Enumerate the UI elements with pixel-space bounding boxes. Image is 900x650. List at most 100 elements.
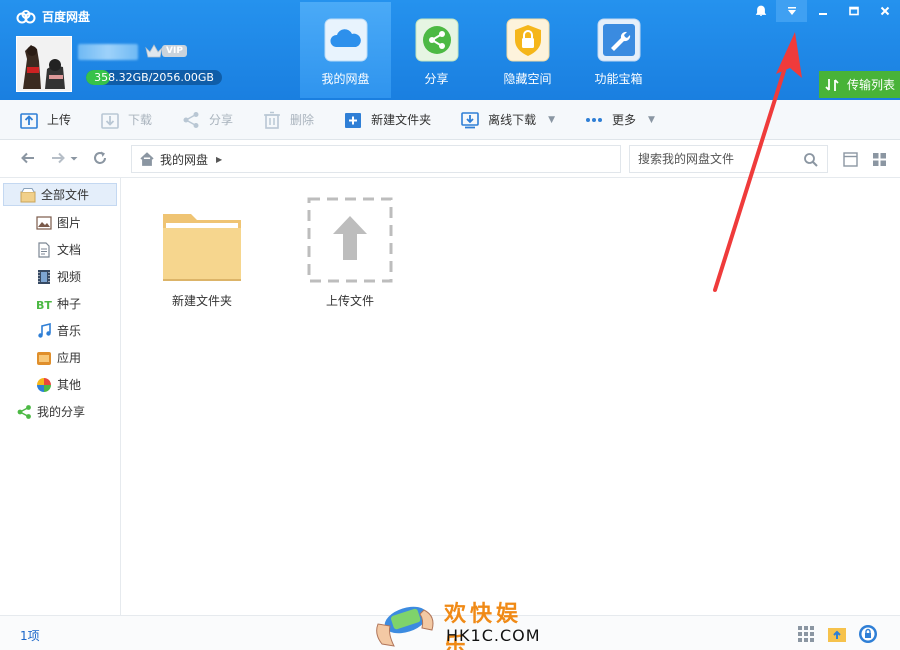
sidebar-item-images[interactable]: 图片 — [0, 209, 120, 236]
wrench-icon — [597, 18, 640, 62]
menu-dropdown-button[interactable] — [776, 0, 807, 22]
delete-button[interactable]: 删除 — [263, 111, 314, 129]
sidebar-item-label: 音乐 — [57, 324, 82, 338]
upload-button[interactable]: 上传 — [20, 111, 71, 129]
nav-arrows — [20, 150, 122, 166]
lock-status-icon[interactable] — [858, 624, 878, 644]
offline-download-icon — [461, 111, 479, 128]
video-icon — [38, 269, 50, 284]
sidebar-item-label: 种子 — [57, 297, 82, 311]
bt-icon: BT — [36, 299, 52, 312]
sidebar-item-apps[interactable]: 应用 — [0, 344, 120, 371]
tab-my-cloud[interactable]: 我的网盘 — [300, 2, 391, 98]
avatar-image — [17, 37, 71, 91]
file-item-folder[interactable]: 新建文件夹 — [152, 196, 252, 309]
other-icon — [37, 377, 51, 392]
more-label: 更多 — [612, 113, 637, 127]
transfer-list-button[interactable]: 传输列表 — [819, 71, 900, 98]
more-button[interactable]: 更多 ▼ — [585, 111, 655, 129]
home-icon[interactable] — [140, 152, 154, 166]
tab-share[interactable]: 分享 — [391, 2, 482, 98]
new-folder-button[interactable]: 新建文件夹 — [344, 111, 431, 129]
search-box — [629, 145, 828, 173]
tab-toolbox[interactable]: 功能宝箱 — [573, 2, 664, 98]
close-icon — [880, 6, 889, 16]
tab-hidden-space[interactable]: 隐藏空间 — [482, 2, 573, 98]
file-area: 新建文件夹 上传文件 — [122, 178, 900, 615]
download-button[interactable]: 下载 — [101, 111, 152, 129]
download-label: 下载 — [128, 113, 153, 127]
svg-text:BT: BT — [36, 299, 52, 312]
sidebar-item-all-files[interactable]: 全部文件 — [3, 183, 117, 206]
chevron-down-icon[interactable]: ▼ — [548, 115, 555, 125]
transfer-icon — [825, 78, 839, 91]
more-dots-icon — [586, 117, 603, 122]
tab-label: 功能宝箱 — [594, 72, 643, 86]
sidebar-item-documents[interactable]: 文档 — [0, 236, 120, 263]
minimize-icon — [818, 13, 827, 15]
upload-placeholder-icon — [307, 197, 393, 283]
sidebar-item-other[interactable]: 其他 — [0, 371, 120, 398]
sidebar-item-torrents[interactable]: BT 种子 — [0, 290, 120, 317]
baidu-cloud-logo-icon — [16, 9, 36, 23]
lock-icon — [506, 18, 549, 62]
close-button[interactable] — [869, 0, 900, 22]
breadcrumb[interactable]: 我的网盘 ▶ — [131, 145, 621, 173]
offline-download-button[interactable]: 离线下载 ▼ — [461, 111, 555, 129]
cloud-icon — [324, 18, 367, 62]
watermark-en: HK1C.COM — [446, 626, 541, 645]
image-icon — [36, 215, 52, 230]
notification-button[interactable] — [745, 0, 776, 22]
tab-label: 分享 — [424, 72, 449, 86]
sidebar-item-label: 视频 — [57, 270, 82, 284]
back-arrow-icon[interactable] — [20, 150, 36, 166]
app-header: 百度网盘 VIP 358.32GB/2056.00GB 我的网盘 分享 隐藏空间… — [0, 0, 900, 100]
sidebar-item-my-share[interactable]: 我的分享 — [0, 398, 120, 425]
sidebar-item-music[interactable]: 音乐 — [0, 317, 120, 344]
dropdown-icon — [787, 7, 796, 15]
view-toggle — [843, 152, 900, 167]
search-icon[interactable] — [803, 152, 818, 167]
toolbar: 上传 下载 分享 删除 新建文件夹 离线下载 ▼ 更多 ▼ — [0, 100, 900, 140]
delete-label: 删除 — [290, 113, 315, 127]
offline-download-label: 离线下载 — [488, 113, 537, 127]
file-item-upload[interactable]: 上传文件 — [300, 196, 400, 309]
crown-icon — [145, 44, 163, 58]
sidebar-item-label: 图片 — [57, 216, 82, 230]
grid-view-icon[interactable] — [872, 152, 887, 167]
breadcrumb-item[interactable]: 我的网盘 — [160, 151, 208, 168]
app-title: 百度网盘 — [42, 10, 91, 24]
gamepad-hand-icon — [376, 606, 434, 647]
username-blurred — [78, 44, 138, 60]
quota-text: 358.32GB/2056.00GB — [94, 71, 214, 84]
share-label: 分享 — [209, 113, 234, 127]
download-icon — [101, 112, 119, 129]
sidebar-item-label: 文档 — [57, 243, 82, 257]
vip-badge[interactable]: VIP — [144, 42, 187, 60]
list-view-icon[interactable] — [843, 152, 858, 167]
share-icon — [415, 18, 458, 62]
minimize-button[interactable] — [807, 0, 838, 22]
watermark: 欢快娱乐 HK1C.COM — [372, 594, 542, 650]
upload-folder-icon[interactable] — [827, 624, 847, 644]
trash-icon — [264, 111, 281, 129]
document-icon — [38, 241, 50, 258]
grid-apps-icon[interactable] — [796, 624, 816, 644]
avatar[interactable] — [16, 36, 72, 92]
breadcrumb-arrow-icon[interactable]: ▶ — [216, 155, 222, 164]
share-icon — [17, 404, 31, 419]
sidebar-item-videos[interactable]: 视频 — [0, 263, 120, 290]
forward-arrow-icon[interactable] — [50, 150, 66, 166]
sidebar-item-label: 应用 — [57, 351, 82, 365]
maximize-button[interactable] — [838, 0, 869, 22]
upload-label: 上传 — [47, 113, 72, 127]
sidebar-item-label: 全部文件 — [41, 188, 90, 202]
history-dropdown-icon[interactable] — [70, 150, 78, 166]
share-button[interactable]: 分享 — [182, 111, 233, 129]
transfer-list-label: 传输列表 — [847, 78, 896, 92]
search-input[interactable] — [638, 152, 798, 166]
chevron-down-icon[interactable]: ▼ — [648, 115, 655, 125]
status-icons — [785, 624, 878, 644]
upload-icon — [20, 112, 38, 129]
refresh-icon[interactable] — [92, 150, 108, 166]
